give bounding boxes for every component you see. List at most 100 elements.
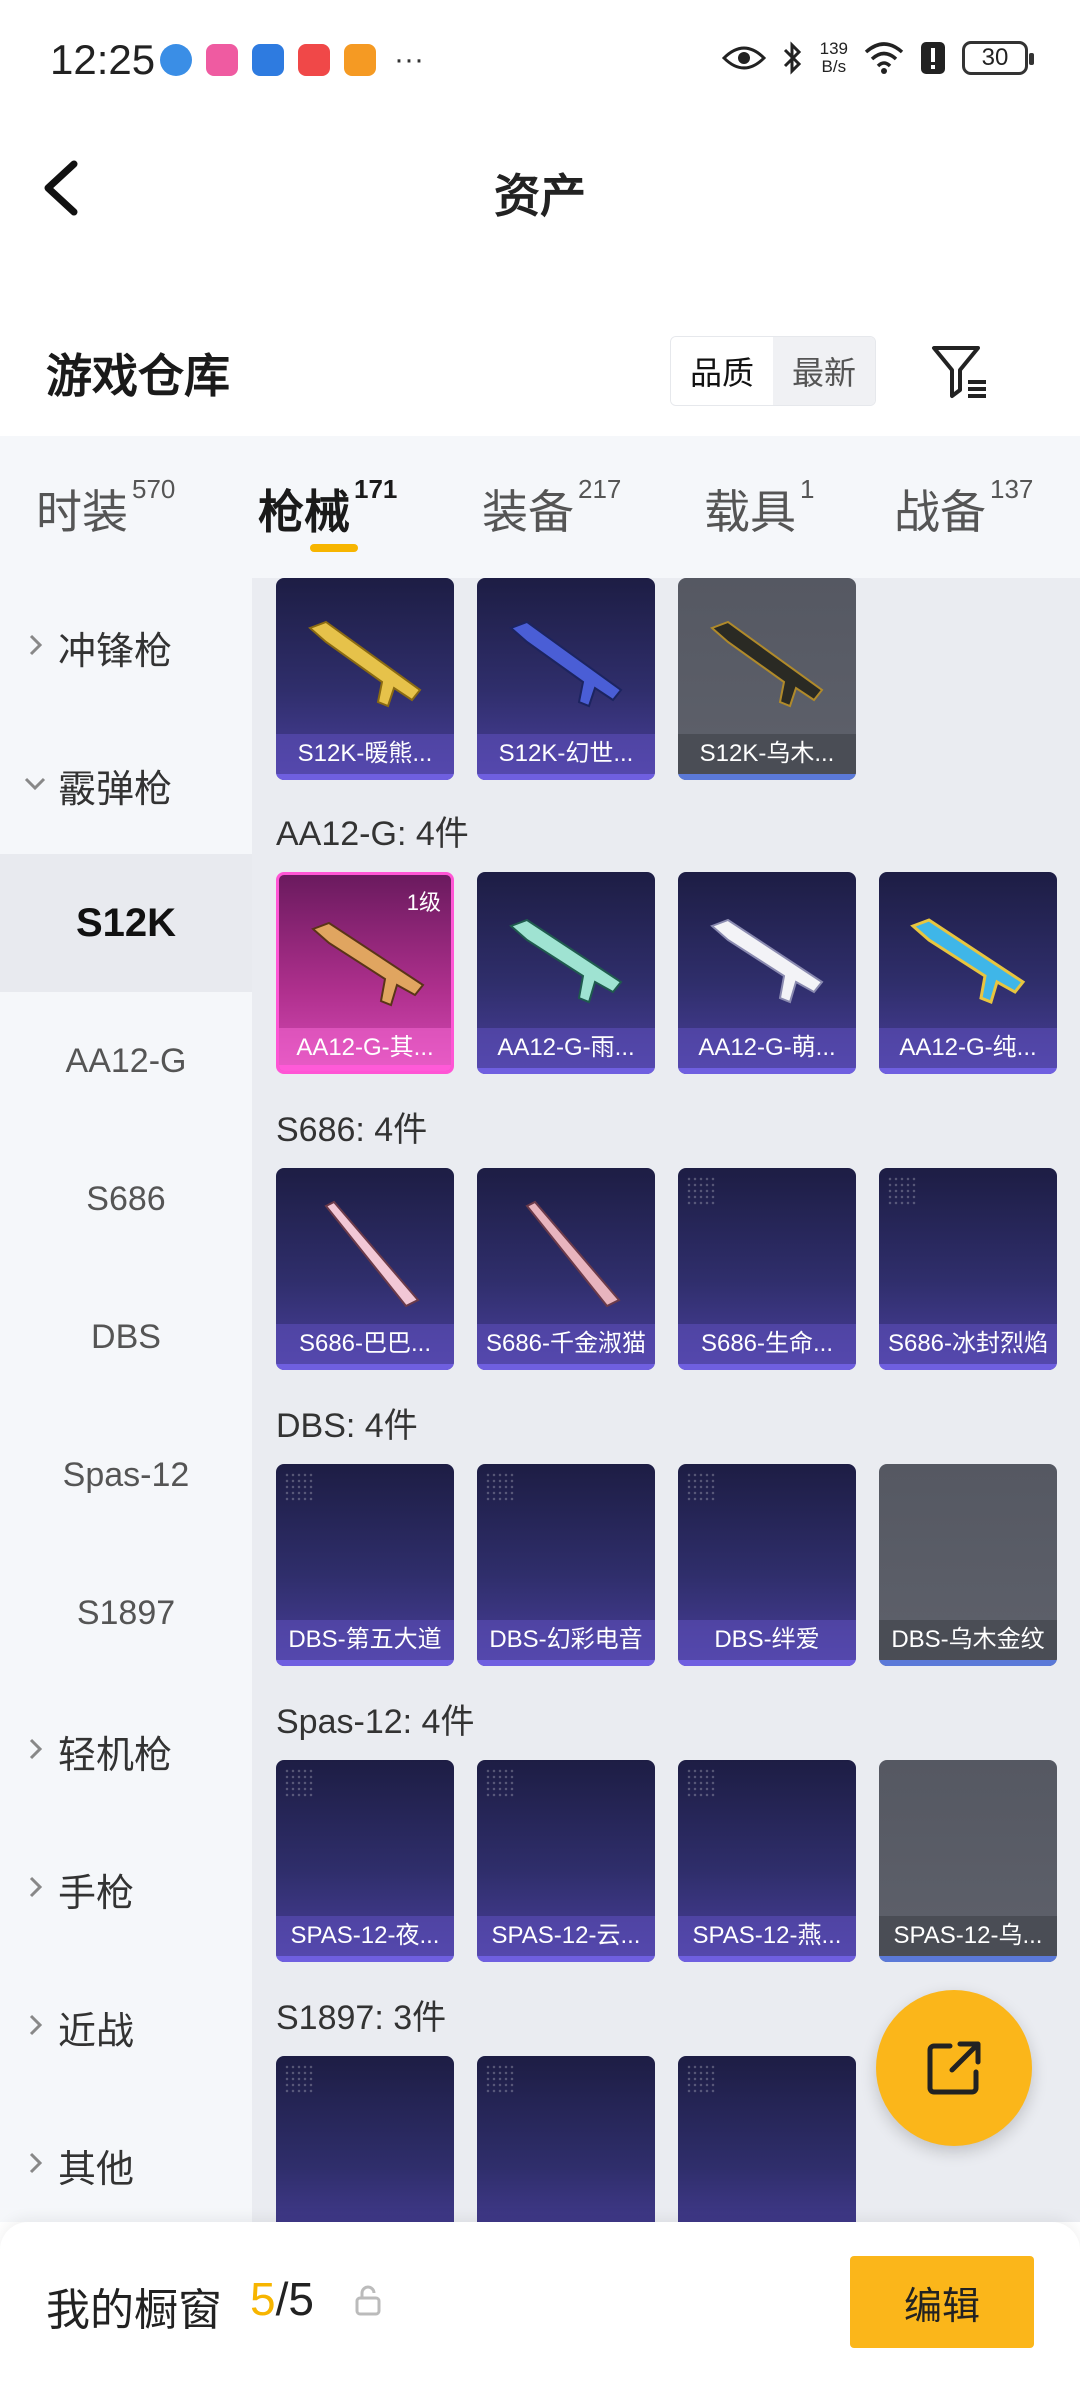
item-card[interactable]: DBS-乌木金纹 bbox=[879, 1464, 1057, 1666]
rarity-bar bbox=[477, 1068, 655, 1074]
item-name: AA12-G-萌... bbox=[678, 1028, 856, 1068]
group-label: S686: 4件 bbox=[276, 1111, 428, 1149]
rarity-bar bbox=[879, 1364, 1057, 1370]
filter-icon bbox=[932, 346, 986, 398]
alert-icon bbox=[921, 42, 945, 74]
item-card[interactable]: SPAS-12-夜... bbox=[276, 1760, 454, 1962]
filter-button[interactable] bbox=[930, 342, 990, 402]
card-pattern bbox=[284, 2064, 314, 2094]
app-header: 资产 bbox=[0, 124, 1080, 254]
card-pattern bbox=[284, 1768, 314, 1798]
item-card[interactable] bbox=[678, 2056, 856, 2222]
game-app-icon bbox=[344, 44, 376, 76]
tab-equipment[interactable]: 装备 217 bbox=[482, 474, 621, 542]
item-name: S686-生命... bbox=[678, 1324, 856, 1364]
bluetooth-icon bbox=[783, 41, 801, 75]
item-name: DBS-乌木金纹 bbox=[879, 1620, 1057, 1660]
item-name: SPAS-12-乌... bbox=[879, 1916, 1057, 1956]
side-group-pistol[interactable]: 手枪 bbox=[0, 1820, 252, 1958]
card-pattern bbox=[485, 2064, 515, 2094]
rarity-bar bbox=[879, 1660, 1057, 1666]
shotgun-rose-icon bbox=[525, 1200, 621, 1308]
active-tab-indicator bbox=[310, 544, 358, 552]
share-fab[interactable] bbox=[876, 1990, 1032, 2146]
item-card[interactable]: S686-巴巴... bbox=[276, 1168, 454, 1370]
item-card[interactable]: SPAS-12-乌... bbox=[879, 1760, 1057, 1962]
side-item-s686[interactable]: S686 bbox=[0, 1130, 252, 1268]
tab-vehicles[interactable]: 载具 1 bbox=[704, 474, 814, 542]
item-card[interactable]: SPAS-12-燕... bbox=[678, 1760, 856, 1962]
item-card[interactable]: AA12-G-雨... bbox=[477, 872, 655, 1074]
tab-guns[interactable]: 枪械 171 bbox=[258, 474, 397, 542]
item-name: SPAS-12-燕... bbox=[678, 1916, 856, 1956]
shop-app-icon bbox=[298, 44, 330, 76]
card-pattern bbox=[686, 1176, 716, 1206]
item-card[interactable]: SPAS-12-云... bbox=[477, 1760, 655, 1962]
rifle-white-icon bbox=[710, 918, 824, 1004]
card-pattern bbox=[284, 1472, 314, 1502]
item-card[interactable]: S12K-幻世... bbox=[477, 578, 655, 780]
rarity-bar bbox=[276, 774, 454, 780]
card-pattern bbox=[485, 1768, 515, 1798]
item-name: DBS-第五大道 bbox=[276, 1620, 454, 1660]
group-label: S1897: 3件 bbox=[276, 1999, 447, 2037]
side-group-smg[interactable]: 冲锋枪 bbox=[0, 578, 252, 716]
item-card[interactable]: S686-生命... bbox=[678, 1168, 856, 1370]
weapon-side-menu: 冲锋枪 霰弹枪 S12K AA12-G S686 DBS Spas-12 S18… bbox=[0, 578, 252, 2222]
tab-supplies[interactable]: 战备 137 bbox=[894, 474, 1033, 542]
side-group-melee[interactable]: 近战 bbox=[0, 1958, 252, 2096]
group-label: DBS: 4件 bbox=[276, 1407, 418, 1445]
sort-by-quality[interactable]: 品质 bbox=[671, 337, 773, 405]
item-card[interactable] bbox=[276, 2056, 454, 2222]
item-card[interactable] bbox=[477, 2056, 655, 2222]
item-card[interactable]: DBS-幻彩电音 bbox=[477, 1464, 655, 1666]
item-name: S686-千金淑猫 bbox=[477, 1324, 655, 1364]
item-grid: S12K-暖熊... S12K-幻世... S12K-乌木... AA12-G:… bbox=[252, 578, 1080, 2222]
side-item-aa12g[interactable]: AA12-G bbox=[0, 992, 252, 1130]
battery-indicator: 30 bbox=[962, 41, 1034, 75]
item-card[interactable]: S12K-乌木... bbox=[678, 578, 856, 780]
side-item-s1897[interactable]: S1897 bbox=[0, 1544, 252, 1682]
chevron-down-icon bbox=[24, 777, 46, 791]
showcase-count: 5/5 bbox=[250, 2273, 314, 2325]
edit-button[interactable]: 编辑 bbox=[850, 2256, 1034, 2348]
item-card[interactable]: AA12-G-萌... bbox=[678, 872, 856, 1074]
item-name: S686-冰封烈焰 bbox=[879, 1324, 1057, 1364]
more-notifications-icon: ··· bbox=[394, 43, 424, 76]
item-card[interactable]: S686-千金淑猫 bbox=[477, 1168, 655, 1370]
rarity-bar bbox=[279, 1065, 451, 1071]
side-group-shotgun[interactable]: 霰弹枪 bbox=[0, 716, 252, 854]
rarity-bar bbox=[678, 1068, 856, 1074]
tab-fashion[interactable]: 时装 570 bbox=[36, 474, 175, 542]
item-name: SPAS-12-云... bbox=[477, 1916, 655, 1956]
card-pattern bbox=[887, 1176, 917, 1206]
item-card[interactable]: DBS-绊爱 bbox=[678, 1464, 856, 1666]
item-name: S686-巴巴... bbox=[276, 1324, 454, 1364]
card-pattern bbox=[686, 1472, 716, 1502]
side-item-dbs[interactable]: DBS bbox=[0, 1268, 252, 1406]
side-item-spas12[interactable]: Spas-12 bbox=[0, 1406, 252, 1544]
side-group-other[interactable]: 其他 bbox=[0, 2096, 252, 2234]
side-group-lmg[interactable]: 轻机枪 bbox=[0, 1682, 252, 1820]
item-name: SPAS-12-夜... bbox=[276, 1916, 454, 1956]
rifle-blue-icon bbox=[509, 620, 623, 708]
rarity-bar bbox=[477, 1956, 655, 1962]
status-bar: 12:25 ··· 139 B/s 30 bbox=[0, 0, 1080, 124]
wifi-icon bbox=[864, 42, 904, 74]
item-card[interactable]: AA12-G-纯... bbox=[879, 872, 1057, 1074]
rarity-bar bbox=[276, 1956, 454, 1962]
page-title: 资产 bbox=[494, 170, 586, 222]
item-card[interactable]: S686-冰封烈焰 bbox=[879, 1168, 1057, 1370]
item-name: AA12-G-其... bbox=[279, 1028, 451, 1068]
network-speed: 139 B/s bbox=[819, 39, 848, 76]
item-name: AA12-G-纯... bbox=[879, 1028, 1057, 1068]
item-card[interactable]: 1级 AA12-G-其... bbox=[276, 872, 454, 1074]
rifle-mint-icon bbox=[509, 918, 623, 1004]
sort-by-newest[interactable]: 最新 bbox=[773, 337, 875, 405]
side-item-s12k[interactable]: S12K bbox=[0, 854, 252, 992]
item-card[interactable]: S12K-暖熊... bbox=[276, 578, 454, 780]
sort-toggle: 品质 最新 bbox=[670, 336, 876, 406]
card-pattern bbox=[485, 1472, 515, 1502]
rifle-gold-icon bbox=[308, 620, 422, 708]
item-card[interactable]: DBS-第五大道 bbox=[276, 1464, 454, 1666]
